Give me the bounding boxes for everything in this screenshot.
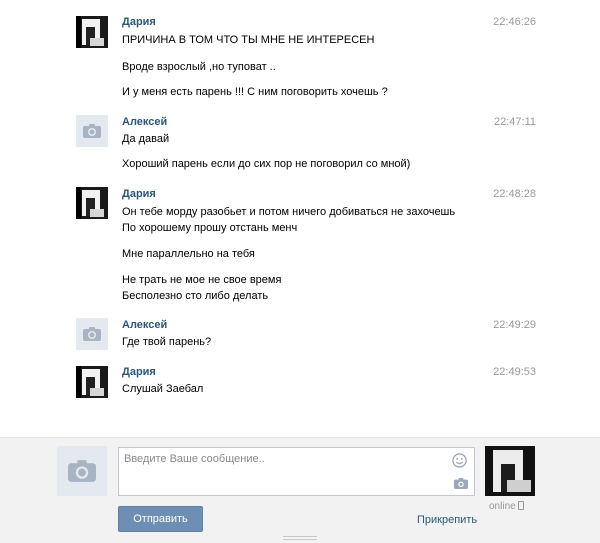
message-text: Не трать не мое не свое время — [122, 274, 282, 286]
message-text: Бесполезно сто либо делать — [122, 290, 269, 302]
resize-handle[interactable] — [283, 536, 317, 540]
message-author[interactable]: Дария — [122, 188, 156, 200]
message-thread: Дария 22:46:26 ПРИЧИНА В ТОМ ЧТО ТЫ МНЕ … — [0, 0, 600, 437]
message-text: Хороший парень если до сих пор не погово… — [122, 158, 411, 170]
mobile-phone-icon — [517, 501, 524, 510]
camera-icon — [68, 460, 96, 482]
alexey-avatar[interactable] — [76, 115, 108, 147]
message-author[interactable]: Дария — [122, 366, 156, 378]
dariya-avatar[interactable] — [76, 187, 108, 219]
own-avatar[interactable] — [57, 446, 107, 496]
message-text: Мне параллельно на тебя — [122, 248, 255, 260]
message-composer: Отправить Прикрепить online — [0, 437, 600, 543]
message-text: И у меня есть парень !!! С ним поговорит… — [122, 86, 388, 98]
message-text: Слушай Заебал — [122, 383, 204, 395]
message-time[interactable]: 22:48:28 — [493, 188, 536, 200]
message-text: Да давай — [122, 133, 170, 145]
message-author[interactable]: Алексей — [122, 319, 167, 331]
message-text: ПРИЧИНА В ТОМ ЧТО ТЫ МНЕ НЕ ИНТЕРЕСЕН — [122, 34, 375, 46]
camera-icon — [83, 124, 101, 138]
dariya-avatar[interactable] — [76, 366, 108, 398]
dariya-avatar[interactable] — [76, 16, 108, 48]
online-status: online — [489, 501, 524, 512]
message-text: Он тебе морду разобьет и потом ничего до… — [122, 206, 456, 218]
message-author[interactable]: Дария — [122, 16, 156, 28]
peer-avatar[interactable] — [485, 446, 535, 496]
message-input-box — [118, 447, 475, 496]
message-input[interactable] — [119, 448, 474, 495]
online-label: online — [489, 501, 516, 512]
send-button[interactable]: Отправить — [118, 506, 203, 532]
message-time[interactable]: 22:47:11 — [494, 116, 536, 128]
camera-icon — [83, 327, 101, 341]
attach-link[interactable]: Прикрепить — [417, 514, 477, 526]
message-time[interactable]: 22:49:29 — [493, 319, 536, 331]
message-time[interactable]: 22:49:53 — [493, 366, 536, 378]
smile-icon[interactable] — [452, 453, 467, 468]
message-text: По хорошему прошу отстань менч — [122, 222, 298, 234]
alexey-avatar[interactable] — [76, 318, 108, 350]
attach-photo-icon[interactable] — [454, 478, 468, 489]
message-author[interactable]: Алексей — [122, 116, 167, 128]
message-text: Вроде взрослый ,но туповат .. — [122, 61, 276, 73]
message-time[interactable]: 22:46:26 — [493, 16, 536, 28]
message-text: Где твой парень? — [122, 336, 212, 348]
